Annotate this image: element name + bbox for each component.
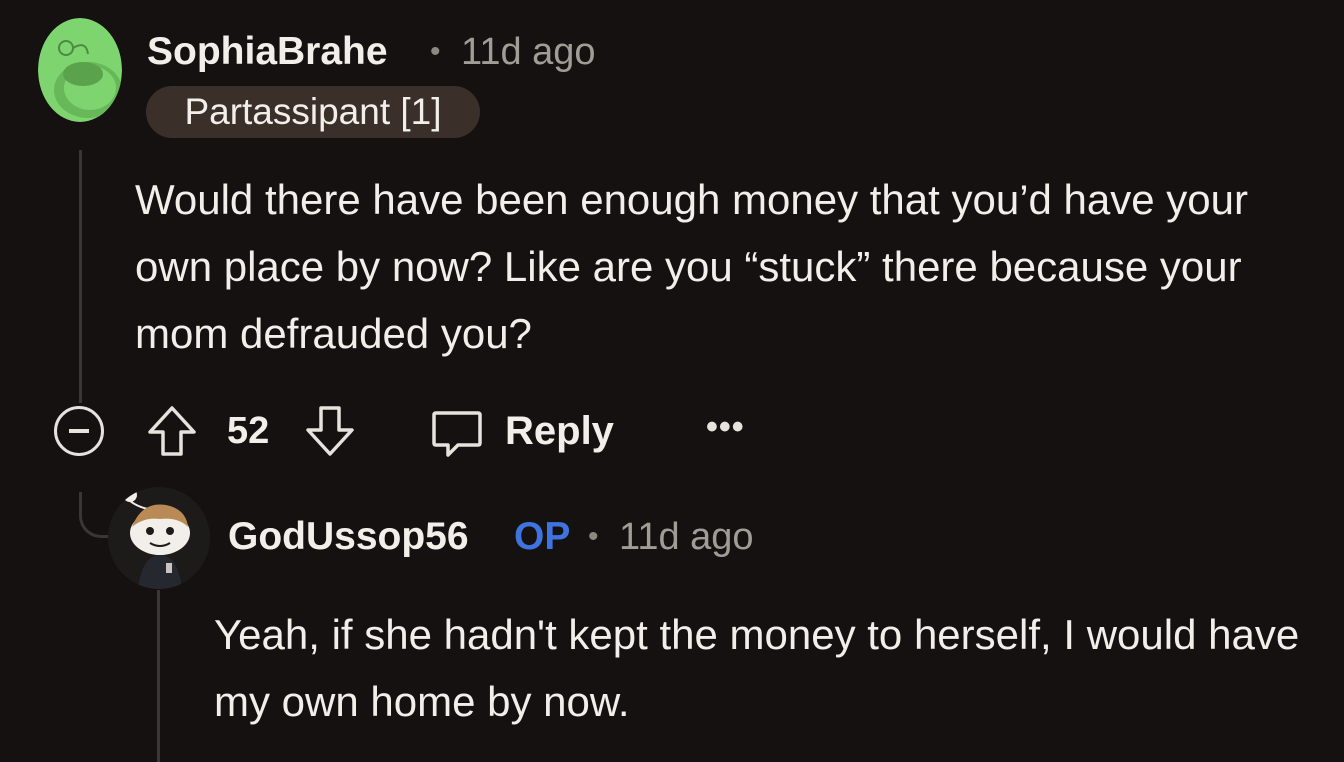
more-options-button[interactable]: ••• xyxy=(706,408,745,447)
collapse-thread-button[interactable] xyxy=(54,406,104,456)
user-flair: Partassipant [1] xyxy=(146,86,480,138)
reply-username[interactable]: GodUssop56 xyxy=(228,515,469,559)
comment-body: Would there have been enough money that … xyxy=(135,176,1248,357)
upvote-icon xyxy=(148,406,196,456)
thread-line[interactable] xyxy=(79,150,82,403)
reply-timestamp[interactable]: 11d ago xyxy=(619,516,754,559)
downvote-button[interactable] xyxy=(304,404,356,458)
username[interactable]: SophiaBrahe xyxy=(147,30,388,74)
timestamp[interactable]: 11d ago xyxy=(461,31,596,74)
vote-score: 52 xyxy=(227,410,270,452)
reply-button[interactable]: Reply xyxy=(505,409,614,454)
downvote-icon xyxy=(306,406,354,456)
reply-thread-line[interactable] xyxy=(157,590,160,762)
upvote-button[interactable] xyxy=(146,404,198,458)
snoo-avatar-icon xyxy=(38,18,122,122)
snoo-avatar-icon xyxy=(108,487,210,589)
separator-dot: • xyxy=(430,35,441,68)
separator-dot: • xyxy=(588,520,599,553)
reply-body: Yeah, if she hadn't kept the money to he… xyxy=(214,611,1300,725)
comment-thread: SophiaBrahe • 11d ago Partassipant [1] W… xyxy=(0,0,1344,762)
reply-user-avatar[interactable] xyxy=(108,487,210,589)
op-badge: OP xyxy=(514,515,571,558)
user-avatar[interactable] xyxy=(38,18,122,122)
reply-icon-button[interactable] xyxy=(430,405,484,459)
comment-bubble-icon xyxy=(432,411,482,457)
